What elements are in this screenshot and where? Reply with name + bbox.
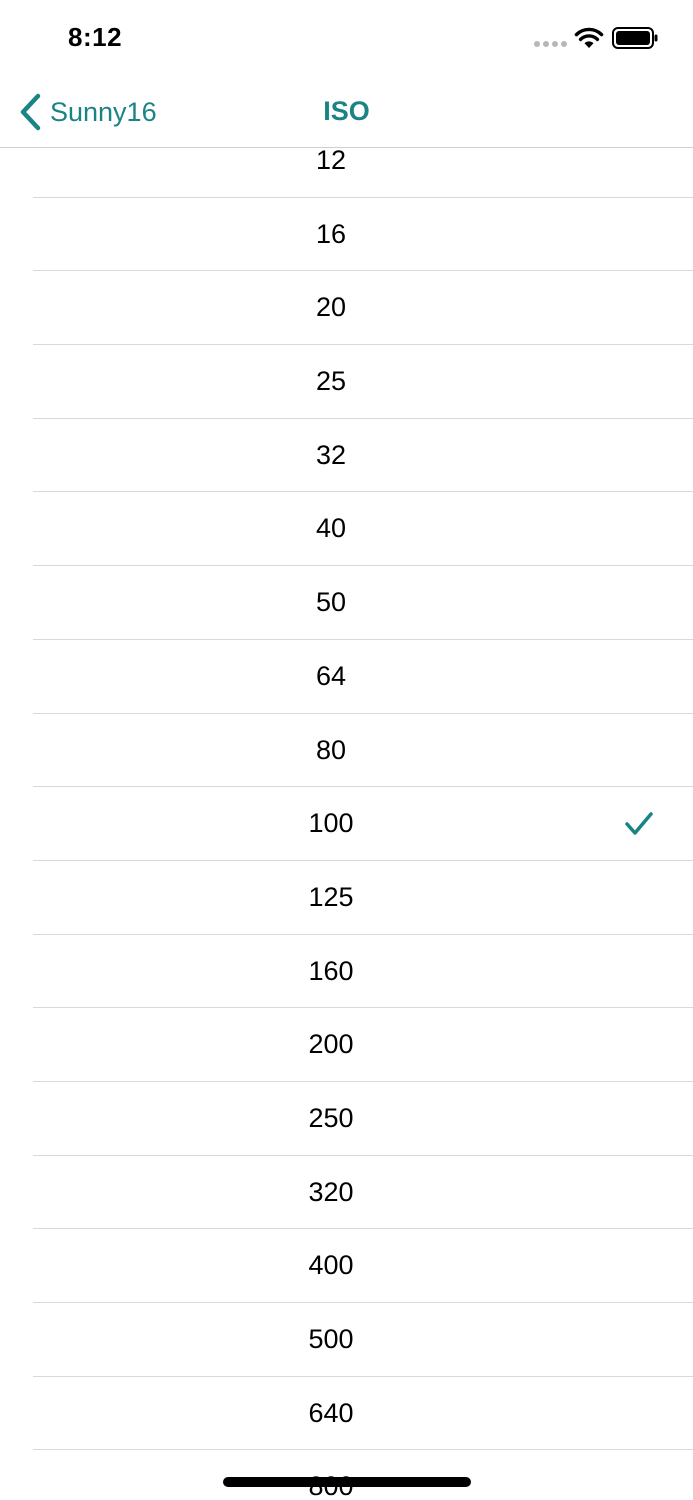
status-time: 8:12 [68, 22, 123, 52]
iso-option-label: 32 [315, 439, 347, 470]
iso-option-label: 50 [315, 587, 347, 618]
iso-option-400[interactable]: 400 [0, 1229, 693, 1303]
app-window: 8:12 Sunny16 ISO 12 16 20 25 32 40 50 64 80 100 12… [0, 0, 693, 1500]
checkmark-icon [625, 812, 653, 835]
page-title: ISO [323, 96, 370, 126]
iso-option-25[interactable]: 25 [0, 345, 693, 419]
home-indicator [223, 1477, 471, 1487]
iso-option-250[interactable]: 250 [0, 1082, 693, 1156]
iso-option-label: 250 [308, 1102, 354, 1133]
iso-option-40[interactable]: 40 [0, 492, 693, 566]
iso-option-80[interactable]: 80 [0, 714, 693, 788]
iso-option-64[interactable]: 64 [0, 640, 693, 714]
iso-option-label: 16 [315, 218, 347, 249]
iso-option-label: 500 [308, 1324, 354, 1354]
iso-option-label: 20 [315, 292, 347, 323]
cellular-signal-icon [534, 41, 567, 47]
iso-option-160[interactable]: 160 [0, 935, 693, 1009]
battery-icon [612, 27, 658, 49]
iso-option-label: 64 [315, 660, 347, 691]
iso-option-200[interactable]: 200 [0, 1008, 693, 1082]
iso-option-32[interactable]: 32 [0, 419, 693, 493]
iso-option-640[interactable]: 640 [0, 1377, 693, 1451]
iso-option-500[interactable]: 500 [0, 1303, 693, 1377]
iso-option-800[interactable]: 800 [0, 1450, 693, 1500]
iso-option-label: 400 [308, 1250, 354, 1281]
iso-option-label: 25 [315, 366, 347, 397]
wifi-icon [574, 27, 604, 48]
iso-list: 12 16 20 25 32 40 50 64 80 100 125 160 200 250 320 400 5… [0, 124, 693, 1500]
iso-option-50[interactable]: 50 [0, 566, 693, 640]
status-bar: 8:12 [0, 0, 693, 76]
iso-option-16[interactable]: 16 [0, 198, 693, 272]
iso-option-label: 800 [0, 1450, 662, 1500]
iso-option-20[interactable]: 20 [0, 271, 693, 345]
iso-option-label: 12 [315, 145, 347, 175]
iso-option-label: 320 [308, 1176, 354, 1207]
iso-option-label: 100 [308, 808, 354, 839]
iso-option-label: 640 [308, 1397, 354, 1428]
iso-option-label: 40 [315, 513, 347, 544]
iso-option-125[interactable]: 125 [0, 861, 693, 935]
iso-option-100-selected[interactable]: 100 [0, 787, 693, 861]
iso-option-label: 80 [315, 734, 347, 765]
iso-option-label: 125 [308, 881, 354, 912]
iso-option-320[interactable]: 320 [0, 1156, 693, 1230]
iso-option-label: 160 [308, 955, 354, 986]
iso-option-12[interactable]: 12 [0, 124, 693, 198]
iso-option-label: 200 [308, 1029, 354, 1060]
